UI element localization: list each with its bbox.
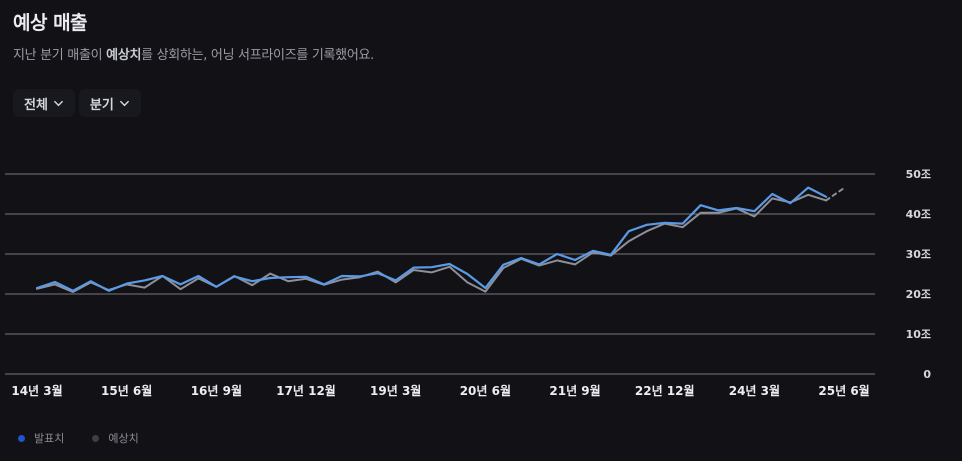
subtitle-highlight: 예상치 [106,48,142,63]
filter-period-label: 분기 [89,97,114,113]
page-subtitle: 지난 분기 매출이 예상치를 상회하는, 어닝 서프라이즈를 기록했어요. [13,44,374,63]
y-tick-label: 0 [923,368,931,381]
x-tick-label: 20년 6월 [460,383,511,398]
x-tick-label: 25년 6월 [818,383,869,398]
legend-label-actual: 발표치 [34,432,65,445]
legend-item-estimate[interactable]: 예상치 [92,430,139,446]
y-tick-label: 50조 [906,168,931,181]
page-title: 예상 매출 [13,12,88,34]
x-tick-label: 22년 12월 [635,383,695,398]
sales-line-chart[interactable]: 50조 40조 30조 20조 10조 0 14년 3월 15년 6월 16년 9월 17년 1… [0,150,962,410]
x-tick-label: 14년 3월 [11,383,62,398]
y-tick-label: 10조 [906,328,931,341]
x-tick-label: 16년 9월 [191,383,242,398]
series-line-estimate-forecast[interactable] [825,187,846,202]
legend-label-estimate: 예상치 [108,432,139,445]
filter-range-dropdown[interactable]: 전체 [13,89,75,117]
x-tick-label: 21년 9월 [549,383,600,398]
grid-lines [5,173,875,375]
subtitle-suffix: 를 상회하는, 어닝 서프라이즈를 기록했어요. [141,48,374,63]
page: 예상 매출 지난 분기 매출이 예상치를 상회하는, 어닝 서프라이즈를 기록했… [0,0,962,461]
chart-legend: 발표치 예상치 [18,430,139,446]
series-line-actual[interactable] [35,186,828,292]
chevron-down-icon [54,100,63,106]
y-tick-label: 20조 [906,288,931,301]
chevron-down-icon [119,100,129,106]
y-axis-ticks: 50조 40조 30조 20조 10조 0 [906,168,932,381]
series-lines [35,186,846,293]
filter-bar: 전체 분기 [13,89,141,117]
subtitle-prefix: 지난 분기 매출이 [13,48,107,63]
filter-period-dropdown[interactable]: 분기 [78,89,141,117]
legend-dot-actual [18,434,25,442]
x-axis-ticks: 14년 3월 15년 6월 16년 9월 17년 12월 19년 3월 20년 6월 21년… [11,383,869,398]
x-tick-label: 15년 6월 [101,383,152,398]
y-tick-label: 40조 [906,208,931,221]
legend-dot-estimate [92,434,100,442]
legend-item-actual[interactable]: 발표치 [18,430,64,446]
y-tick-label: 30조 [906,248,931,261]
x-tick-label: 17년 12월 [276,383,336,398]
x-tick-label: 19년 3월 [370,383,421,398]
x-tick-label: 24년 3월 [729,383,780,398]
filter-range-label: 전체 [24,97,48,113]
